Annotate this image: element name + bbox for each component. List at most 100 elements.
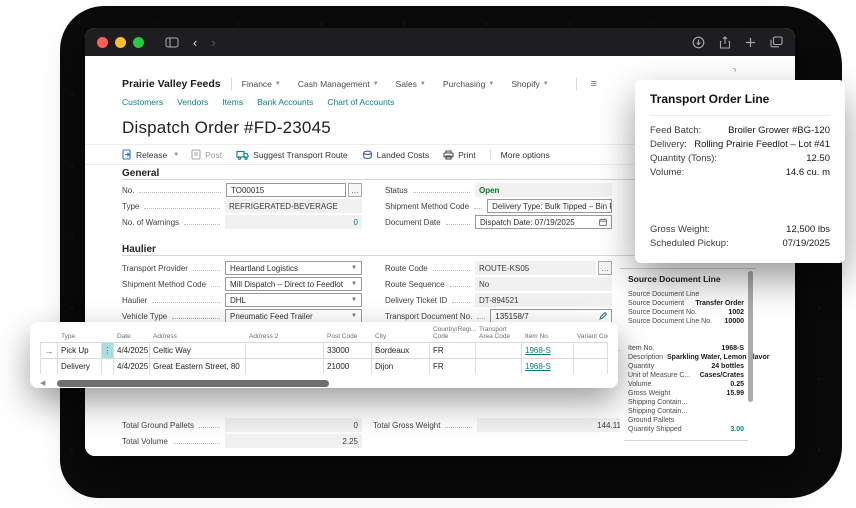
total-ground-pallets-value: 0 [225,418,362,432]
route-sequence-field: No [475,277,612,291]
no-assist-button[interactable]: … [348,183,362,197]
scroll-left-icon[interactable]: ◀ [40,379,45,387]
horizontal-scrollbar[interactable]: ◀ [40,377,608,389]
nav-link-vendors[interactable]: Vendors [177,97,208,107]
field-shipment-method: Shipment Method Code Delivery Type: Bulk… [385,199,612,213]
source-row: Gross Weight15.99 [628,389,744,398]
new-tab-icon[interactable] [745,37,756,48]
zoom-window-icon[interactable] [133,37,144,48]
scrollbar-thumb[interactable] [57,380,329,387]
haulier-section-header: Haulier [122,244,697,255]
card-row: Volume:14.6 cu. m [650,166,830,180]
field-haulier: Haulier DHL▼ [122,293,362,307]
status-field: Open [475,183,612,197]
field-transport-doc-no: Transport Document No. 135158/7 [385,309,612,323]
release-button[interactable]: Release [122,149,167,160]
field-haulier-shipment-method: Shipment Method Code Mill Dispatch – Dir… [122,277,362,291]
item-no-link[interactable]: 1968-S [525,362,551,371]
printer-icon [443,150,454,160]
source-row: Volume0.25 [628,380,744,389]
source-row: Ground Pallets [628,416,744,425]
nav-menu-finance[interactable]: Finance▼ [242,79,281,89]
delivery-ticket-field: DT-894521 [475,293,612,307]
source-row: Source Document No.1002 [628,308,744,317]
general-section-header: General Show more [122,168,697,179]
table-row[interactable]: Delivery 4/4/2025 Great Eastern Street, … [40,358,608,374]
tab-overview-icon[interactable] [770,36,783,48]
card-row: Gross Weight:12,500 lbs [650,223,830,237]
nav-link-chart-of-accounts[interactable]: Chart of Accounts [327,97,394,107]
factbox-scrollbar[interactable] [748,271,753,402]
edit-icon [599,312,607,320]
nav-link-bank-accounts[interactable]: Bank Accounts [257,97,313,107]
card-row: Delivery:Rolling Prairie Feedlot – Lot #… [650,138,830,152]
transport-doc-no-input[interactable]: 135158/7 [490,309,612,323]
field-route-sequence: Route Sequence No [385,277,612,291]
sub-nav: Customers Vendors Items Bank Accounts Ch… [122,97,394,107]
card-row: Quantity (Tons):12.50 [650,152,830,166]
chevron-down-icon: ▼ [351,297,357,303]
brand[interactable]: Prairie Valley Feeds [122,78,221,90]
transport-provider-select[interactable]: Heartland Logistics▼ [225,261,362,275]
release-doc-icon [122,149,132,160]
nav-menu-purchasing[interactable]: Purchasing▼ [443,79,494,89]
type-field: REFRIGERATED-BEVERAGE [225,199,362,213]
sidebar-toggle-icon[interactable] [165,37,179,48]
nav-menu-sales[interactable]: Sales▼ [396,79,426,89]
suggest-transport-route-button[interactable]: Suggest Transport Route [236,150,348,160]
field-route-code: Route Code ROUTE-KS05 … [385,261,612,275]
nav-menu-cash-management[interactable]: Cash Management▼ [298,79,379,89]
source-row: Source Document Line [628,290,744,299]
nav-link-customers[interactable]: Customers [122,97,163,107]
nav-link-items[interactable]: Items [222,97,243,107]
more-options-button[interactable]: More options [501,150,550,160]
field-vehicle-type: Vehicle Type Pneumatic Feed Trailer▼ [122,309,362,323]
back-icon[interactable]: ‹ [193,36,197,49]
card-row: Scheduled Pickup:07/19/2025 [650,237,830,251]
source-row: Shipping Contain... [628,407,744,416]
no-input[interactable]: TO00015 [226,183,346,197]
vehicle-type-select[interactable]: Pneumatic Feed Trailer▼ [225,309,362,323]
table-header-row: Type Date Address Address 2 Post Code Ci… [40,326,608,342]
source-row: Shipping Contain... [628,398,744,407]
general-heading: General [122,168,159,179]
total-gross-weight: Total Gross Weight 144.11 [373,418,625,432]
post-button[interactable]: Post [191,149,222,160]
downloads-icon[interactable] [692,36,705,49]
field-status: Status Open [385,183,612,197]
field-warnings: No. of Warnings 0 [122,215,362,229]
chevron-down-icon: ▼ [351,281,357,287]
minimize-window-icon[interactable] [115,37,126,48]
chevron-down-icon: ▼ [488,81,494,87]
coins-icon [362,150,373,160]
haulier-heading: Haulier [122,244,156,255]
calendar-icon[interactable] [599,218,607,226]
haulier-select[interactable]: DHL▼ [225,293,362,307]
document-date-input[interactable]: Dispatch Date: 07/19/2025 [475,215,612,229]
source-row: Item No.1968-S [628,344,744,353]
haulier-shipment-method-select[interactable]: Mill Dispatch – Direct to Feedlot▼ [225,277,362,291]
forward-icon[interactable]: › [211,36,215,49]
row-handle-icon[interactable]: ⋮ [102,343,114,358]
field-no: No. TO00015 … [122,183,362,197]
release-split-icon[interactable]: ▼ [173,152,179,158]
print-button[interactable]: Print [443,150,475,160]
item-no-link[interactable]: 1968-S [525,346,551,355]
shipment-method-select[interactable]: Delivery Type: Bulk Tipped – Bin Fill▼ [487,199,612,213]
source-document-factbox: Source Document Line Source Document Lin… [620,268,756,446]
current-row-marker: → [40,343,58,358]
field-delivery-ticket: Delivery Ticket ID DT-894521 [385,293,612,307]
chevron-down-icon: ▼ [373,81,379,87]
field-transport-provider: Transport Provider Heartland Logistics▼ [122,261,362,275]
nav-menu-shopify[interactable]: Shopify▼ [511,79,548,89]
chevron-down-icon: ▼ [351,313,357,319]
post-doc-icon [191,149,201,160]
landed-costs-button[interactable]: Landed Costs [362,150,429,160]
truck-icon [236,150,249,160]
status-badge: Open [479,186,499,195]
more-menu-icon[interactable]: ≡ [591,78,597,90]
close-window-icon[interactable] [97,37,108,48]
route-code-assist-button[interactable]: … [598,261,612,275]
share-icon[interactable] [719,36,731,49]
table-row[interactable]: → Pick Up ⋮ 4/4/2025 Celtic Way 33000 Bo… [40,342,608,358]
